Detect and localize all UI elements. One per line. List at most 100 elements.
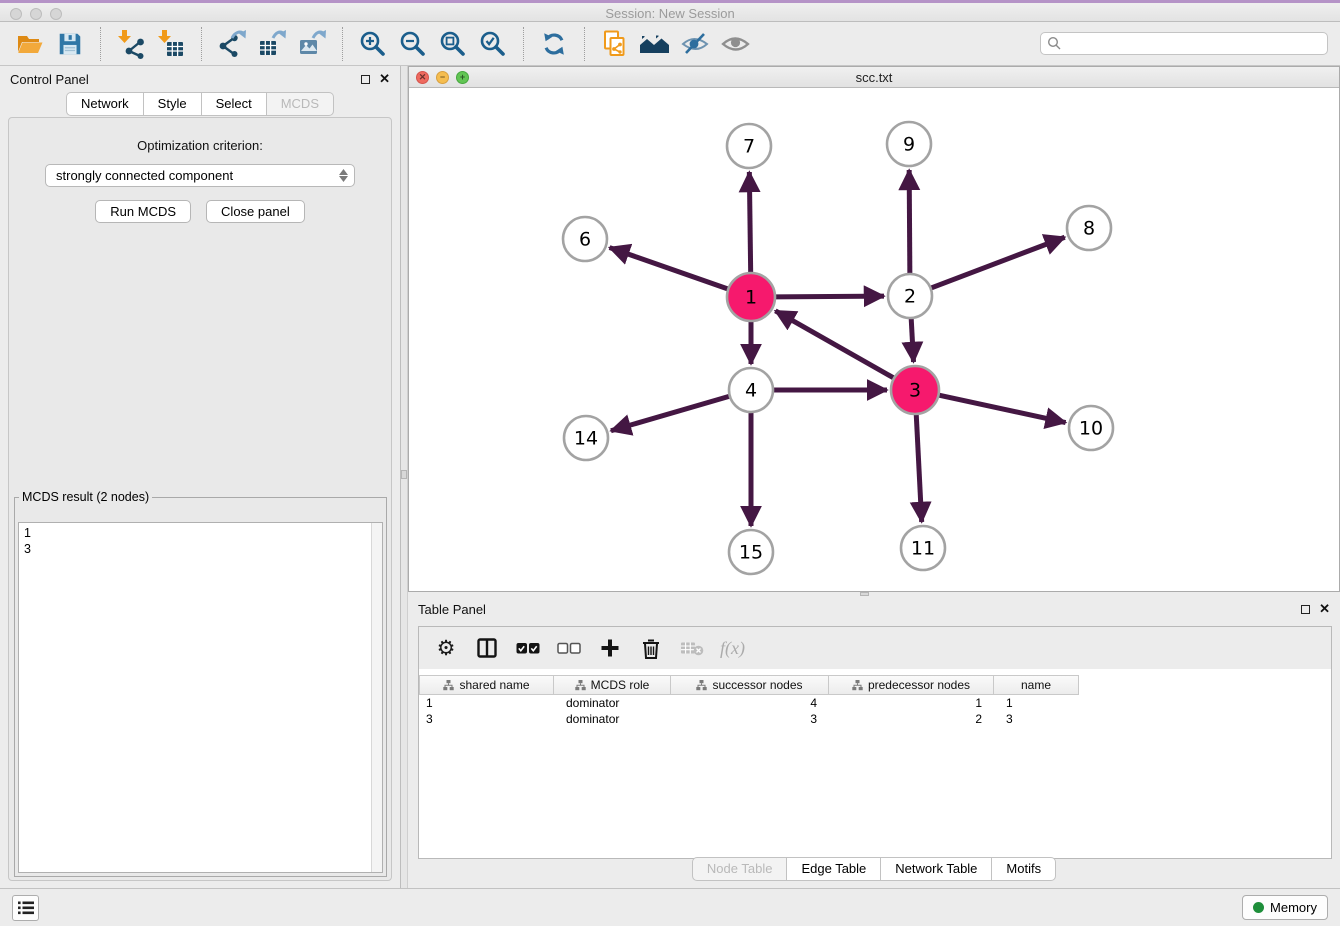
graph-node-14[interactable]: 14 (564, 416, 608, 460)
tab-network[interactable]: Network (66, 92, 144, 116)
column-header-successor-nodes[interactable]: successor nodes (671, 675, 829, 695)
table-row[interactable]: 3dominator323 (419, 711, 1331, 727)
tab-edge-table[interactable]: Edge Table (787, 857, 881, 881)
float-panel-icon[interactable] (361, 75, 370, 84)
edge-2-to-8[interactable] (931, 237, 1065, 288)
import-network-button[interactable] (113, 26, 149, 62)
close-network-button[interactable]: ✕ (416, 71, 429, 84)
graph-node-8[interactable]: 8 (1067, 206, 1111, 250)
tab-motifs[interactable]: Motifs (992, 857, 1056, 881)
show-all-button[interactable] (717, 26, 753, 62)
table-cell[interactable]: 1 (994, 696, 1079, 710)
minimize-network-button[interactable]: − (436, 71, 449, 84)
export-image-button[interactable] (294, 26, 330, 62)
column-header-MCDS-role[interactable]: MCDS role (554, 675, 671, 695)
table-cell[interactable]: 3 (419, 712, 554, 726)
duplicate-network-button[interactable] (597, 26, 633, 62)
float-panel-icon[interactable] (1301, 605, 1310, 614)
edge-3-to-11[interactable] (916, 414, 921, 522)
column-header-predecessor-nodes[interactable]: predecessor nodes (829, 675, 994, 695)
result-scrollbar[interactable] (371, 523, 382, 872)
network-canvas[interactable]: 7 9 6 8 1 2 4 3 14 10 15 11 (409, 88, 1339, 591)
vertical-splitter[interactable] (400, 66, 408, 888)
table-cell[interactable]: 1 (419, 696, 554, 710)
mcds-result-list: 13 (19, 523, 370, 872)
fit-content-button[interactable] (435, 26, 471, 62)
tab-select[interactable]: Select (202, 92, 267, 116)
graph-node-6[interactable]: 6 (563, 217, 607, 261)
save-session-button[interactable] (52, 26, 88, 62)
table-settings-button[interactable]: ⚙ (433, 635, 459, 661)
select-all-button[interactable] (515, 635, 541, 661)
close-panel-button[interactable]: Close panel (206, 200, 305, 223)
toolbar-separator (201, 27, 202, 61)
export-network-button[interactable] (214, 26, 250, 62)
maximize-network-button[interactable]: + (456, 71, 469, 84)
optimization-criterion-select[interactable]: strongly connected component (45, 164, 355, 187)
deselect-all-button[interactable] (556, 635, 582, 661)
graph-node-9[interactable]: 9 (887, 122, 931, 166)
table-cell[interactable]: 3 (671, 712, 829, 726)
edge-2-to-9[interactable] (909, 170, 910, 274)
export-table-icon (257, 29, 287, 59)
graph-node-4[interactable]: 4 (729, 368, 773, 412)
table-cell[interactable]: 2 (829, 712, 994, 726)
memory-button[interactable]: Memory (1242, 895, 1328, 920)
table-cell[interactable]: 1 (829, 696, 994, 710)
edge-1-to-6[interactable] (610, 248, 729, 290)
delete-table-button[interactable] (679, 635, 705, 661)
toolbar-separator (584, 27, 585, 61)
zoom-selected-button[interactable] (475, 26, 511, 62)
table-cell[interactable]: dominator (554, 712, 671, 726)
zoom-in-button[interactable] (355, 26, 391, 62)
edge-2-to-3[interactable] (911, 318, 913, 362)
edge-1-to-2[interactable] (775, 296, 884, 297)
add-row-button[interactable] (597, 635, 623, 661)
close-panel-icon[interactable]: ✕ (379, 74, 390, 84)
column-header-shared-name[interactable]: shared name (419, 675, 554, 695)
mcds-result-item: 1 (24, 525, 365, 541)
table-row[interactable]: 1dominator411 (419, 695, 1331, 711)
hide-selected-button[interactable] (677, 26, 713, 62)
graph-node-7[interactable]: 7 (727, 124, 771, 168)
splitter-grip[interactable] (401, 470, 407, 479)
run-mcds-button[interactable]: Run MCDS (95, 200, 191, 223)
graph-node-3[interactable]: 3 (891, 366, 939, 414)
table-cell[interactable]: 4 (671, 696, 829, 710)
edge-3-to-1[interactable] (775, 311, 894, 378)
column-layout-button[interactable] (474, 635, 500, 661)
home-view-button[interactable] (637, 26, 673, 62)
network-graph: 7 9 6 8 1 2 4 3 14 10 15 11 (409, 88, 1339, 591)
graph-node-2[interactable]: 2 (888, 274, 932, 318)
apply-function-button[interactable]: f(x) (720, 635, 745, 661)
column-header-name[interactable]: name (994, 675, 1079, 695)
control-panel: Control Panel ✕ NetworkStyleSelectMCDS O… (0, 66, 400, 888)
close-panel-icon[interactable]: ✕ (1319, 604, 1330, 614)
tab-style[interactable]: Style (144, 92, 202, 116)
table-cell[interactable]: 3 (994, 712, 1079, 726)
export-table-button[interactable] (254, 26, 290, 62)
refresh-button[interactable] (536, 26, 572, 62)
search-field (1040, 32, 1328, 55)
import-table-button[interactable] (153, 26, 189, 62)
zoom-out-button[interactable] (395, 26, 431, 62)
tab-node-table[interactable]: Node Table (692, 857, 788, 881)
graph-node-11[interactable]: 11 (901, 526, 945, 570)
edge-3-to-10[interactable] (938, 395, 1065, 422)
edge-1-to-7[interactable] (749, 172, 750, 273)
table-cell[interactable]: dominator (554, 696, 671, 710)
search-input[interactable] (1040, 32, 1328, 55)
delete-row-button[interactable] (638, 635, 664, 661)
zoom-out-icon (398, 29, 428, 59)
graph-node-1[interactable]: 1 (727, 273, 775, 321)
edge-4-to-14[interactable] (611, 396, 730, 431)
open-session-button[interactable] (12, 26, 48, 62)
show-panels-button[interactable] (12, 895, 39, 921)
column-type-icon (696, 680, 707, 691)
mcds-result-area[interactable]: 13 (18, 522, 383, 873)
tab-mcds[interactable]: MCDS (267, 92, 334, 116)
graph-node-10[interactable]: 10 (1069, 406, 1113, 450)
tab-network-table[interactable]: Network Table (881, 857, 992, 881)
zoom-selected-icon (478, 29, 508, 59)
graph-node-15[interactable]: 15 (729, 530, 773, 574)
